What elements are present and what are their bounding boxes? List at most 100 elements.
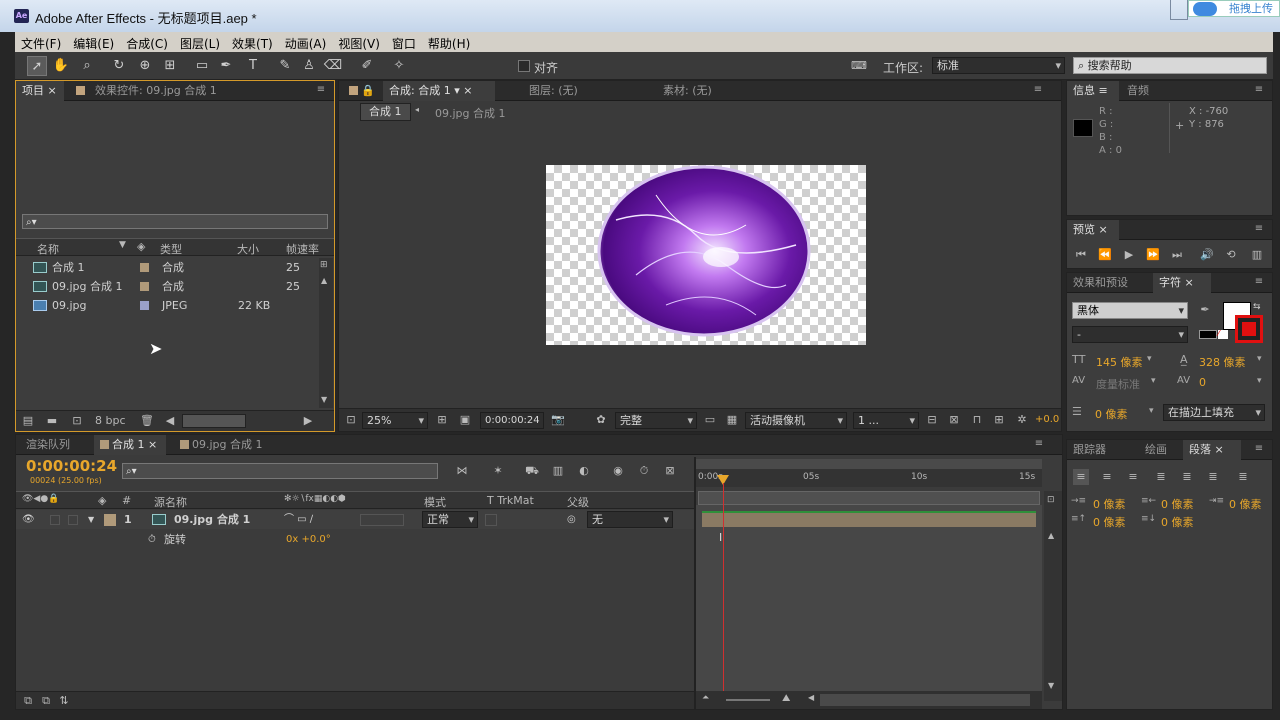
black-swatch[interactable]	[1199, 330, 1217, 339]
chevron-down-icon[interactable]: ▾	[1149, 406, 1154, 416]
justify-right-icon[interactable]: ≣	[1205, 469, 1221, 485]
justify-left-icon[interactable]: ≣	[1153, 469, 1169, 485]
zoom-in-icon[interactable]: ⛰	[782, 693, 790, 704]
upload-button[interactable]: 拖拽上传	[1188, 0, 1280, 17]
hand-tool-icon[interactable]: ✋	[51, 56, 71, 76]
scroll-down-icon[interactable]: ▼	[321, 395, 327, 404]
region-of-interest-icon[interactable]: ▭	[702, 412, 718, 428]
eyedropper-icon[interactable]: ✒	[1197, 302, 1213, 318]
channels-icon[interactable]: ✿	[593, 412, 609, 428]
workspace-dropdown[interactable]: 标准 ▾	[932, 57, 1065, 74]
align-right-icon[interactable]: ≡	[1125, 469, 1141, 485]
play-icon[interactable]: ▶	[1121, 247, 1137, 263]
indent-first-value[interactable]: 0 像素	[1229, 496, 1262, 512]
av-features-icon[interactable]: 👁◀●🔒	[22, 494, 59, 504]
font-family-dropdown[interactable]: 黑体 ▾	[1072, 302, 1188, 319]
pen-tool-icon[interactable]: ✒	[216, 56, 236, 76]
composition-canvas[interactable]	[546, 165, 866, 345]
stroke-color-swatch[interactable]	[1235, 315, 1263, 343]
tab-effects-presets[interactable]: 效果和预设	[1067, 273, 1153, 293]
scroll-up-icon[interactable]: ▲	[1048, 531, 1054, 540]
col-source-name[interactable]: 源名称	[154, 494, 187, 510]
indent-left-value[interactable]: 0 像素	[1093, 496, 1126, 512]
menu-help[interactable]: 帮助(H)	[422, 32, 476, 52]
work-area-bar[interactable]	[698, 491, 1040, 505]
new-composition-icon[interactable]: ⊡	[69, 413, 85, 429]
lock-toggle[interactable]	[68, 515, 78, 525]
motion-blur-icon[interactable]: ◐	[576, 463, 592, 479]
table-row[interactable]: 👁 ▼ 1 09.jpg 合成 1 ⌒ ▭ ∕ 正常 ▾ ◎ 无 ▾	[16, 510, 694, 529]
brainstorm-icon[interactable]: ◉	[610, 463, 626, 479]
blend-mode-dropdown[interactable]: 正常 ▾	[422, 511, 478, 528]
property-row[interactable]: ⏱ 旋转 0x +0.0°	[16, 530, 694, 549]
stroke-width-value[interactable]: 0 像素	[1095, 406, 1128, 422]
col-parent[interactable]: 父级	[567, 494, 589, 510]
justify-all-icon[interactable]: ≣	[1235, 469, 1251, 485]
help-search-input[interactable]: ⌕ 搜索帮助	[1073, 57, 1267, 74]
tracking-value[interactable]: 0	[1199, 376, 1206, 389]
exposure-value[interactable]: +0.0	[1035, 414, 1059, 425]
zoom-tool-icon[interactable]: ⌕	[77, 56, 97, 76]
leading-value[interactable]: 328 像素	[1199, 354, 1246, 370]
stroke-mode-dropdown[interactable]: 在描边上填充 ▾	[1163, 404, 1265, 421]
type-tool-icon[interactable]: T	[243, 56, 263, 76]
col-trkmat[interactable]: T TrkMat	[487, 494, 534, 507]
tab-layer[interactable]: 图层: (无)	[523, 81, 643, 101]
transfer-controls-icon[interactable]: ⧉	[38, 693, 54, 709]
eraser-tool-icon[interactable]: ⌫	[323, 56, 343, 76]
menu-file[interactable]: 文件(F)	[15, 32, 67, 52]
tab-composition[interactable]: 合成: 合成 1 ▾ ×	[383, 81, 495, 101]
snap-checkbox[interactable]	[518, 60, 530, 72]
first-frame-icon[interactable]: ⏮	[1073, 247, 1089, 263]
auto-keyframe-icon[interactable]: ⏱	[636, 463, 652, 479]
font-style-dropdown[interactable]: - ▾	[1072, 326, 1188, 343]
pick-whip-icon[interactable]: ◎	[567, 510, 576, 529]
horizontal-scroll-thumb[interactable]	[820, 694, 1030, 706]
graph-editor-icon[interactable]: ⊠	[662, 463, 678, 479]
col-type[interactable]: 类型	[160, 241, 182, 257]
chevron-down-icon[interactable]: ▾	[1257, 376, 1262, 386]
puppet-tool-icon[interactable]: ✧	[389, 56, 409, 76]
flowchart-icon[interactable]: ⊞	[991, 412, 1007, 428]
timeline-timecode[interactable]: 0:00:00:24	[26, 457, 117, 475]
hide-shy-icon[interactable]: ⛟	[524, 463, 540, 479]
next-frame-icon[interactable]: ⏩	[1145, 247, 1161, 263]
timeline-scrollbar[interactable]: ⊡ ▲ ▼	[1044, 491, 1062, 701]
chevron-down-icon[interactable]: ▾	[1257, 354, 1262, 364]
parent-dropdown[interactable]: 无 ▾	[587, 511, 673, 528]
draft-3d-icon[interactable]: ✶	[490, 463, 506, 479]
tab-paragraph[interactable]: 段落 ×	[1183, 440, 1241, 460]
zoom-dropdown[interactable]: 25% ▾	[362, 412, 428, 429]
trash-icon[interactable]: 🗑	[139, 413, 155, 429]
tab-project[interactable]: 项目 ×	[16, 81, 64, 101]
indent-right-value[interactable]: 0 像素	[1161, 496, 1194, 512]
always-preview-icon[interactable]: ⊡	[343, 412, 359, 428]
camera-snapshot-icon[interactable]: 📷	[550, 412, 566, 428]
zoom-out-icon[interactable]: ⏶	[702, 693, 709, 703]
brush-tool-icon[interactable]: ✎	[275, 56, 295, 76]
last-frame-icon[interactable]: ⏭	[1169, 247, 1185, 263]
kerning-value[interactable]: 度量标准	[1096, 376, 1140, 392]
camera-tool-icon[interactable]: ⊕	[135, 56, 155, 76]
panel-menu-icon[interactable]: ≡	[1031, 83, 1045, 97]
panel-menu-icon[interactable]: ≡	[1252, 222, 1266, 236]
panel-menu-icon[interactable]: ≡	[1252, 442, 1266, 456]
comp-timecode[interactable]: 0:00:00:24	[480, 412, 544, 429]
fast-preview-icon[interactable]: ⊠	[946, 412, 962, 428]
lock-icon[interactable]: 🔒	[343, 81, 383, 101]
timeline-search-input[interactable]: ⌕▾	[122, 463, 438, 479]
ram-preview-icon[interactable]: ▥	[1249, 247, 1265, 263]
col-size[interactable]: 大小	[237, 241, 259, 257]
chevron-down-icon[interactable]: ▾	[1147, 354, 1152, 364]
project-search-input[interactable]: ⌕▾	[22, 214, 328, 229]
rotate-tool-icon[interactable]: ↻	[109, 56, 129, 76]
space-after-value[interactable]: 0 像素	[1161, 514, 1194, 530]
clone-stamp-icon[interactable]: ♙	[299, 56, 319, 76]
align-center-icon[interactable]: ≡	[1099, 469, 1115, 485]
tab-render-queue[interactable]: 渲染队列	[20, 435, 90, 455]
views-dropdown[interactable]: 1 ... ▾	[853, 412, 919, 429]
expand-arrow-icon[interactable]: ▼	[88, 510, 94, 529]
align-left-icon[interactable]: ≡	[1073, 469, 1089, 485]
project-scrollbar[interactable]: ⊞ ▲ ▼	[319, 258, 333, 408]
no-color-icon[interactable]: ⁄	[1218, 330, 1228, 339]
